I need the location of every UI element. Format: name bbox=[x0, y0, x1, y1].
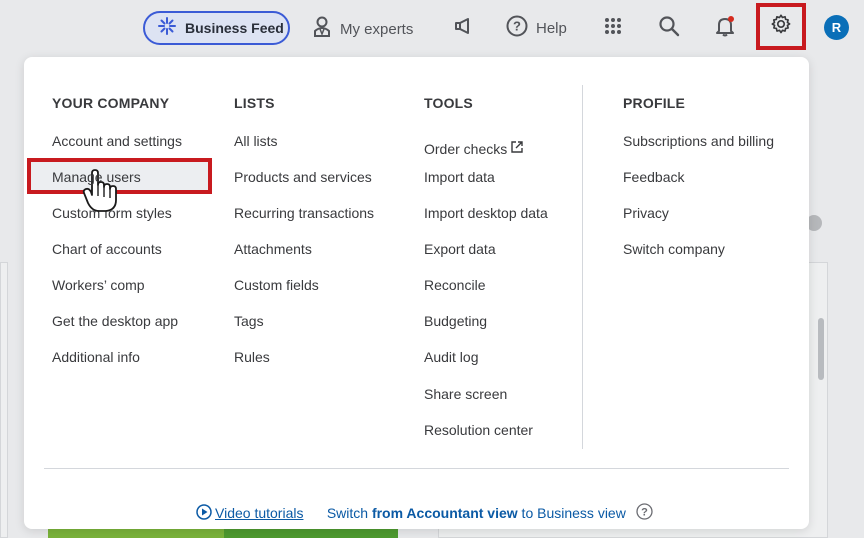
switch-suffix: to Business view bbox=[517, 505, 626, 521]
background-card-left bbox=[0, 262, 8, 538]
switch-bold-text: from Accountant view bbox=[371, 505, 518, 521]
menu-item-custom-fields[interactable]: Custom fields bbox=[234, 275, 374, 311]
svg-text:?: ? bbox=[641, 507, 648, 519]
business-feed-button[interactable]: Business Feed bbox=[143, 11, 290, 45]
order-checks-label: Order checks bbox=[424, 141, 508, 157]
menu-item-all-lists[interactable]: All lists bbox=[234, 131, 374, 167]
menu-item-tags[interactable]: Tags bbox=[234, 311, 374, 347]
lists-column: LISTS All lists Products and services Re… bbox=[234, 95, 374, 383]
menu-item-reconcile[interactable]: Reconcile bbox=[424, 275, 548, 311]
menu-item-feedback[interactable]: Feedback bbox=[623, 167, 774, 203]
play-circle-icon bbox=[196, 503, 212, 523]
settings-menu-panel: YOUR COMPANY Account and settings Manage… bbox=[24, 57, 809, 529]
menu-item-privacy[interactable]: Privacy bbox=[623, 203, 774, 239]
menu-item-manage-users[interactable]: Manage users bbox=[52, 167, 182, 203]
menu-item-products-and-services[interactable]: Products and services bbox=[234, 167, 374, 203]
external-link-icon bbox=[510, 139, 524, 159]
column-heading: TOOLS bbox=[424, 95, 473, 111]
tools-column: TOOLS Order checks Import data Import de… bbox=[424, 95, 548, 456]
profile-column: PROFILE Subscriptions and billing Feedba… bbox=[623, 95, 774, 275]
menu-item-budgeting[interactable]: Budgeting bbox=[424, 311, 548, 347]
help-link[interactable]: ? Help bbox=[506, 15, 567, 41]
menu-item-export-data[interactable]: Export data bbox=[424, 239, 548, 275]
your-company-column: YOUR COMPANY Account and settings Manage… bbox=[52, 95, 182, 383]
column-heading: YOUR COMPANY bbox=[52, 95, 170, 111]
apps-grid-button[interactable] bbox=[599, 14, 627, 42]
my-experts-label: My experts bbox=[340, 20, 414, 38]
search-button[interactable] bbox=[655, 14, 683, 42]
bell-icon bbox=[714, 15, 736, 42]
menu-footer: Video tutorials Switch from Accountant v… bbox=[196, 489, 653, 537]
column-divider bbox=[582, 85, 583, 449]
menu-item-chart-of-accounts[interactable]: Chart of accounts bbox=[52, 239, 182, 275]
menu-item-get-desktop-app[interactable]: Get the desktop app bbox=[52, 311, 182, 347]
menu-item-attachments[interactable]: Attachments bbox=[234, 239, 374, 275]
video-tutorials-link[interactable]: Video tutorials bbox=[215, 505, 303, 521]
menu-item-import-data[interactable]: Import data bbox=[424, 167, 548, 203]
top-navigation-bar: Business Feed My experts ? Help R bbox=[0, 0, 864, 56]
business-feed-label: Business Feed bbox=[185, 20, 284, 36]
menu-item-account-and-settings[interactable]: Account and settings bbox=[52, 131, 182, 167]
menu-item-order-checks[interactable]: Order checks bbox=[424, 131, 548, 167]
notifications-button[interactable] bbox=[711, 14, 739, 42]
sparkle-icon bbox=[157, 16, 177, 41]
switch-prefix: Switch bbox=[326, 505, 372, 521]
column-heading: LISTS bbox=[234, 95, 275, 111]
menu-item-workers-comp[interactable]: Workers’ comp bbox=[52, 275, 182, 311]
apps-grid-icon bbox=[604, 17, 622, 40]
menu-item-audit-log[interactable]: Audit log bbox=[424, 347, 548, 383]
help-circle-icon[interactable]: ? bbox=[636, 503, 653, 523]
switch-view-link[interactable]: Switch from Accountant view to Business … bbox=[303, 489, 626, 537]
menu-item-resolution-center[interactable]: Resolution center bbox=[424, 420, 548, 456]
settings-gear-button[interactable] bbox=[756, 3, 806, 50]
help-circle-icon: ? bbox=[506, 15, 528, 41]
search-icon bbox=[658, 15, 680, 42]
menu-item-import-desktop-data[interactable]: Import desktop data bbox=[424, 203, 548, 239]
column-heading: PROFILE bbox=[623, 95, 686, 111]
menu-footer-divider bbox=[44, 468, 789, 469]
menu-item-subscriptions-and-billing[interactable]: Subscriptions and billing bbox=[623, 131, 774, 167]
megaphone-icon bbox=[453, 16, 473, 41]
my-experts-link[interactable]: My experts bbox=[312, 16, 413, 42]
menu-item-switch-company[interactable]: Switch company bbox=[623, 239, 774, 275]
gear-icon bbox=[770, 13, 792, 40]
megaphone-button[interactable] bbox=[449, 14, 477, 42]
svg-text:?: ? bbox=[513, 19, 521, 34]
expert-person-icon bbox=[312, 16, 332, 42]
menu-item-recurring-transactions[interactable]: Recurring transactions bbox=[234, 203, 374, 239]
menu-item-share-screen[interactable]: Share screen bbox=[424, 384, 548, 420]
menu-item-additional-info[interactable]: Additional info bbox=[52, 347, 182, 383]
help-label: Help bbox=[536, 19, 567, 37]
user-avatar[interactable]: R bbox=[824, 15, 849, 40]
menu-item-rules[interactable]: Rules bbox=[234, 347, 374, 383]
background-scrollbar[interactable] bbox=[818, 318, 824, 380]
